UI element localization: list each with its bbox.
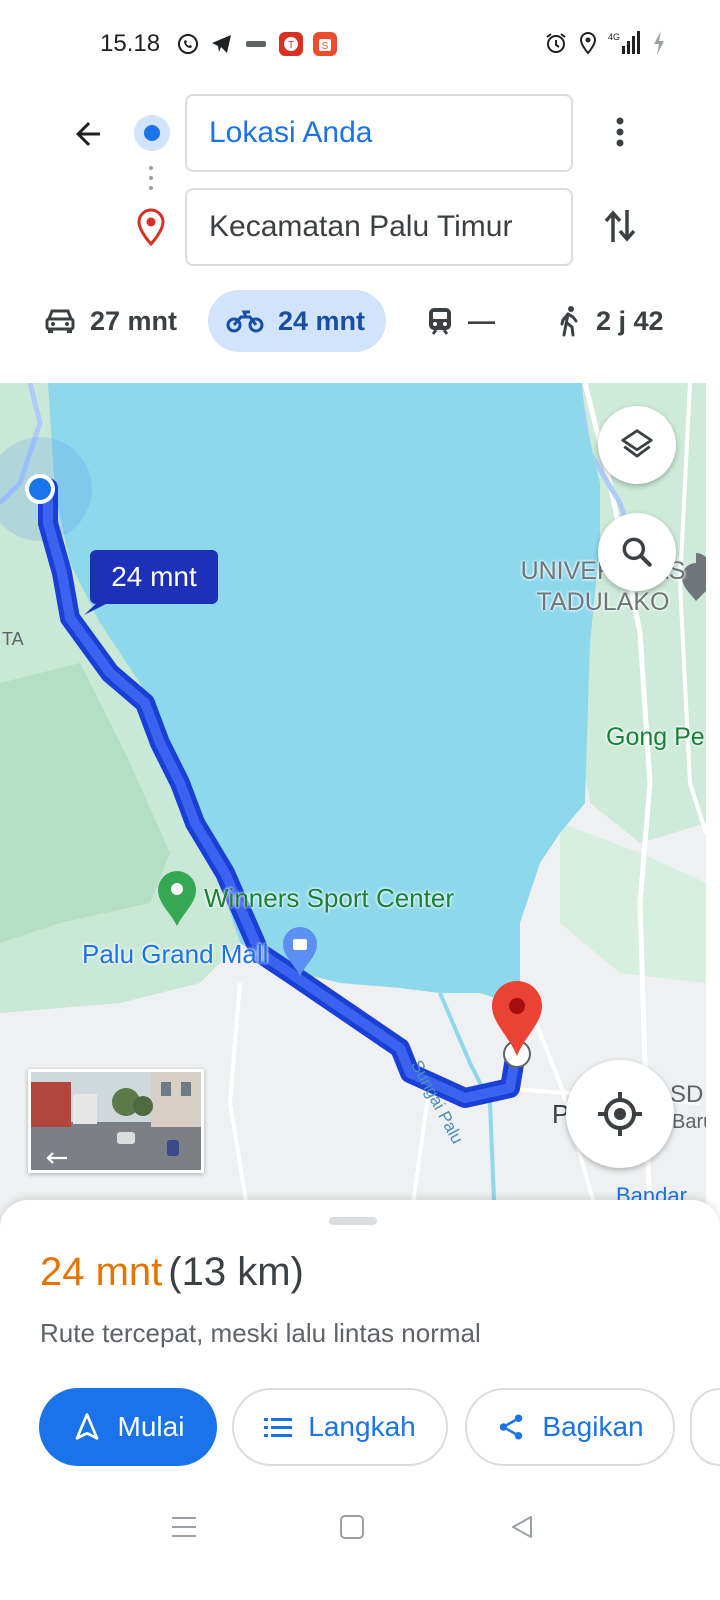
recents-button[interactable] — [164, 1507, 204, 1547]
route-eta-bubble[interactable]: 24 mnt — [90, 550, 218, 604]
map-label-palu-grand-mall[interactable]: Palu Grand Mall — [82, 939, 268, 970]
home-button[interactable] — [332, 1507, 372, 1547]
walk-icon — [560, 306, 578, 337]
route-description: Rute tercepat, meski lalu lintas normal — [40, 1318, 481, 1348]
app-icon — [244, 30, 268, 58]
mode-transit-label: — — [468, 305, 495, 336]
status-time: 15.18 — [100, 30, 161, 57]
more-vert-icon — [616, 117, 624, 147]
steps-label: Langkah — [308, 1411, 416, 1442]
navigation-arrow-icon — [75, 1413, 98, 1440]
location-status-icon — [578, 31, 598, 60]
mode-car[interactable]: 27 mnt — [44, 290, 194, 352]
map-label-gong[interactable]: Gong Pe — [606, 723, 705, 752]
square-icon — [340, 1515, 364, 1539]
map-label-ta: TA — [2, 629, 24, 649]
triangle-back-icon — [512, 1516, 532, 1538]
route-connector — [148, 166, 154, 196]
share-button[interactable]: Bagikan — [465, 1388, 675, 1466]
steps-button[interactable]: Langkah — [232, 1388, 448, 1466]
start-navigation-button[interactable]: Mulai — [39, 1388, 217, 1466]
mode-car-label: 27 mnt — [90, 305, 178, 336]
more-actions-button[interactable] — [690, 1388, 720, 1466]
street-view-image — [31, 1072, 201, 1170]
list-icon — [264, 1418, 293, 1437]
destination-pin-icon — [136, 208, 166, 247]
search-along-route-button[interactable] — [598, 513, 676, 591]
layers-button[interactable] — [598, 406, 676, 484]
street-view-thumbnail[interactable] — [28, 1069, 204, 1173]
my-location-icon — [598, 1092, 642, 1136]
route-duration: 24 mnt — [40, 1250, 163, 1294]
system-nav-bar — [0, 1495, 720, 1555]
destination-text: Kecamatan Palu Timur — [209, 210, 513, 243]
car-icon — [45, 309, 75, 333]
origin-text: Lokasi Anda — [209, 116, 373, 149]
layers-icon — [621, 429, 653, 458]
svg-text:S: S — [322, 41, 329, 52]
start-label: Mulai — [117, 1411, 185, 1442]
map-label-baru: Baru — [672, 1111, 706, 1133]
share-icon — [500, 1414, 523, 1440]
mode-walk-label: 2 j 42 — [596, 305, 664, 336]
route-distance: (13 km) — [168, 1250, 304, 1294]
origin-field[interactable]: Lokasi Anda — [185, 94, 573, 172]
menu-icon — [172, 1517, 196, 1537]
train-icon — [429, 308, 451, 335]
status-bar: 15.18 T S 4G — [0, 0, 720, 90]
sheet-drag-handle[interactable] — [329, 1217, 377, 1225]
swap-button[interactable] — [596, 202, 644, 250]
destination-field[interactable]: Kecamatan Palu Timur — [185, 188, 573, 266]
mode-walk[interactable]: 2 j 42 — [556, 290, 686, 352]
shopee-icon: S — [312, 30, 338, 58]
search-icon — [622, 537, 652, 567]
motorcycle-icon — [226, 310, 264, 333]
back-nav-button[interactable] — [502, 1507, 542, 1547]
status-indicators: 4G — [544, 30, 666, 61]
battery-charging-icon — [652, 30, 666, 61]
map-view[interactable]: TA UNIVERSITAS TADULAKO Gong Pe Winners … — [0, 383, 706, 1225]
whatsapp-icon — [176, 30, 200, 58]
mode-motorcycle[interactable]: 24 mnt — [208, 290, 386, 352]
more-options-button[interactable] — [596, 108, 644, 156]
signal-icon: 4G — [608, 30, 642, 61]
svg-text:4G: 4G — [608, 32, 620, 42]
arrow-back-icon — [76, 122, 100, 146]
origin-dot-icon — [134, 115, 170, 151]
mode-transit[interactable]: — — [426, 290, 516, 352]
telegram-icon — [210, 30, 234, 58]
svg-text:T: T — [288, 40, 294, 51]
back-button[interactable] — [64, 110, 112, 158]
telkomsel-icon: T — [278, 30, 304, 58]
swap-vert-icon — [604, 210, 636, 242]
map-label-sd: SD — [670, 1081, 704, 1108]
my-location-button[interactable] — [566, 1060, 674, 1168]
mode-motorcycle-label: 24 mnt — [278, 305, 366, 336]
share-label: Bagikan — [542, 1411, 644, 1442]
map-label-winners-sport-center[interactable]: Winners Sport Center — [204, 883, 454, 914]
route-summary: 24 mnt (13 km) — [40, 1250, 304, 1295]
alarm-icon — [544, 31, 568, 60]
